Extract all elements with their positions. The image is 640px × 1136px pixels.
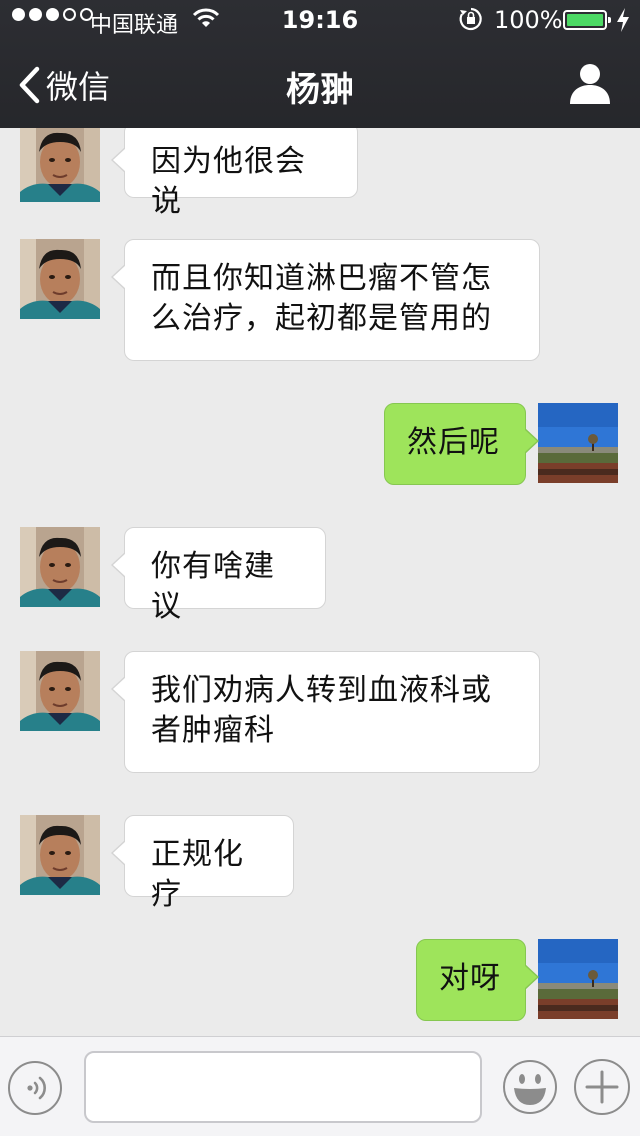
emoji-icon[interactable]: [502, 1059, 558, 1115]
outgoing-message-bubble[interactable]: 然后呢: [384, 403, 539, 485]
person-icon[interactable]: [568, 62, 612, 104]
voice-icon: [27, 1076, 46, 1100]
voice-button[interactable]: [8, 1061, 62, 1115]
message-text: 因为他很会说: [151, 144, 306, 219]
my-avatar[interactable]: [538, 403, 618, 483]
my-avatar-image: [538, 403, 618, 483]
message-text: 正规化疗: [151, 837, 244, 912]
back-label: 微信: [46, 68, 111, 106]
chat-screen: 中国联通 19:16 100% 微信 杨翀 因为他很会说 而且你知道淋巴瘤不管怎…: [0, 0, 640, 1136]
nav-bar: 微信 杨翀: [0, 40, 640, 128]
my-avatar-image: [538, 939, 618, 1019]
input-bar: [0, 1036, 640, 1136]
contact-avatar-image: [20, 239, 100, 319]
plus-icon: [585, 1070, 619, 1104]
message-text: 我们劝病人转到血液科或: [151, 673, 492, 708]
back-button[interactable]: 微信: [18, 62, 110, 108]
contact-avatar[interactable]: [20, 239, 100, 319]
incoming-message-bubble[interactable]: 我们劝病人转到血液科或 者肿瘤科: [111, 651, 540, 773]
message-list[interactable]: 因为他很会说 而且你知道淋巴瘤不管怎么治疗，起初都是管用的 然后呢 你有啥建议: [0, 128, 640, 1036]
more-button[interactable]: [574, 1059, 630, 1115]
message-text: 对呀: [439, 961, 501, 996]
message-text: 么治疗，起初都是管用的: [151, 301, 492, 336]
message-text: 而且你知道淋巴瘤不管怎: [151, 261, 492, 296]
contact-avatar-image: [20, 651, 100, 731]
battery-icon: [563, 10, 611, 30]
message-text: 你有啥建议: [151, 549, 275, 624]
incoming-message-bubble[interactable]: 因为他很会说: [111, 128, 358, 219]
battery-fill: [567, 14, 603, 26]
contact-avatar[interactable]: [20, 815, 100, 895]
battery-nub: [608, 17, 611, 23]
contact-avatar[interactable]: [20, 651, 100, 731]
incoming-message-bubble[interactable]: 你有啥建议: [111, 527, 326, 624]
incoming-message-bubble[interactable]: 而且你知道淋巴瘤不管怎 么治疗，起初都是管用的: [111, 239, 540, 361]
contact-avatar-image: [20, 815, 100, 895]
contact-avatar[interactable]: [20, 527, 100, 607]
contact-avatar-image: [20, 527, 100, 607]
message-text: 然后呢: [407, 425, 500, 460]
charging-bolt-icon: [617, 8, 629, 32]
contact-avatar-image: [20, 128, 100, 202]
contact-avatar[interactable]: [20, 128, 100, 202]
battery-percent: 100%: [494, 6, 563, 34]
rotation-lock-icon: [459, 7, 482, 31]
message-text: 者肿瘤科: [151, 713, 275, 748]
outgoing-message-bubble[interactable]: 对呀: [416, 939, 539, 1021]
chevron-left-icon: [19, 66, 40, 104]
top-bar: 中国联通 19:16 100% 微信 杨翀: [0, 0, 640, 128]
incoming-message-bubble[interactable]: 正规化疗: [111, 815, 294, 912]
status-bar: 中国联通 19:16 100%: [0, 0, 640, 40]
message-input[interactable]: [84, 1051, 482, 1123]
my-avatar[interactable]: [538, 939, 618, 1019]
